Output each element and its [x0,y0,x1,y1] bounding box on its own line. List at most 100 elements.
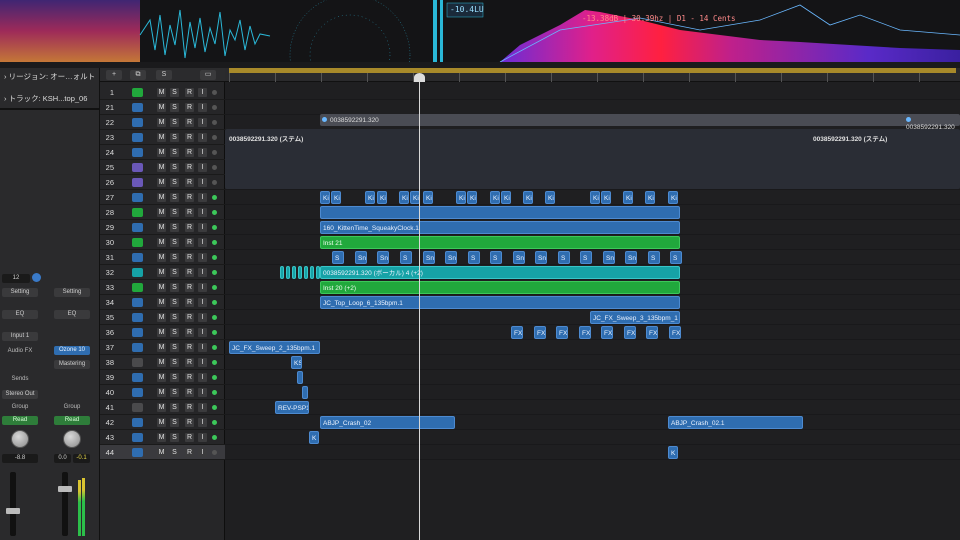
record-button[interactable]: R [185,178,194,187]
region[interactable]: Ki [590,191,600,204]
solo-button[interactable]: S [170,328,179,337]
track-header-row[interactable]: 1 MSRI [100,85,225,100]
track-inspector-header[interactable]: › トラック: KSH...top_06 [0,92,100,106]
region[interactable]: FX [534,326,546,339]
record-button[interactable]: R [185,163,194,172]
region[interactable]: Inst 20 (+2) [320,281,680,294]
record-button[interactable]: R [185,358,194,367]
region[interactable]: S [558,251,570,264]
region[interactable]: Ki [423,191,433,204]
track-on-off-dot[interactable] [212,225,217,230]
track-on-off-dot[interactable] [212,120,217,125]
track-header-row[interactable]: 25 M S R I [100,160,225,175]
track-header-row[interactable]: 37 M S R I [100,340,225,355]
mute-button[interactable]: M [157,238,166,247]
input-monitor-button[interactable]: I [198,343,207,352]
input-value[interactable]: 12 [2,274,30,283]
region-slice[interactable] [310,266,314,279]
record-button[interactable]: R [185,373,194,382]
solo-button[interactable]: S [170,148,179,157]
solo-button[interactable]: S [170,238,179,247]
input-monitor-button[interactable]: I [198,103,207,112]
record-button[interactable]: R [185,433,194,442]
record-button[interactable]: R [185,448,194,457]
region[interactable]: FX [624,326,636,339]
record-button[interactable]: R [185,118,194,127]
track-header-row[interactable]: 21 M S R I [100,100,225,115]
track-lane[interactable] [225,325,960,340]
solo-button[interactable]: S [170,253,179,262]
input-monitor-button[interactable]: I [198,358,207,367]
region-inspector-header[interactable]: › リージョン: オー…ォルト [0,70,100,84]
track-on-off-dot[interactable] [212,375,217,380]
region[interactable]: S [468,251,480,264]
track-header-row[interactable]: 33 M S R I [100,280,225,295]
input-monitor-button[interactable]: I [198,313,207,322]
region[interactable]: Ki [377,191,387,204]
input-monitor-button[interactable]: I [198,118,207,127]
solo-button[interactable]: S [170,208,179,217]
track-header-row[interactable]: 39 M S R I [100,370,225,385]
mute-button[interactable]: M [157,148,166,157]
track-header-row[interactable]: 42 M S R I [100,415,225,430]
setting-button-right[interactable]: Setting [54,288,90,297]
track-on-off-dot[interactable] [212,300,217,305]
track-lane[interactable] [225,355,960,370]
input-monitor-button[interactable]: I [198,328,207,337]
solo-button[interactable]: S [170,178,179,187]
record-button[interactable]: R [185,103,194,112]
track-lane[interactable] [225,85,960,100]
region-slice[interactable] [286,266,290,279]
track-lane[interactable] [225,385,960,400]
input-monitor-button[interactable]: I [198,178,207,187]
fader-cap-left[interactable] [6,508,20,514]
region[interactable]: Inst 21 [320,236,680,249]
region[interactable]: Ki [623,191,633,204]
track-on-off-dot[interactable] [212,285,217,290]
track-on-off-dot[interactable] [212,450,217,455]
region[interactable]: Ki [490,191,500,204]
input-monitor-button[interactable]: I [198,88,207,97]
track-header-row[interactable]: 27 M S R I [100,190,225,205]
input-monitor-button[interactable]: I [198,133,207,142]
add-track-button[interactable]: + [106,70,122,80]
track-header-row[interactable]: 43 M S R I [100,430,225,445]
region[interactable]: Ki [545,191,555,204]
record-button[interactable]: R [185,268,194,277]
region[interactable]: S [648,251,660,264]
region-slice[interactable] [280,266,284,279]
track-header-row[interactable]: 44 M S R I [100,445,225,460]
region[interactable] [297,371,303,384]
region[interactable]: Sn [625,251,637,264]
record-button[interactable]: R [185,298,194,307]
record-button[interactable]: R [185,133,194,142]
input-monitor-button[interactable]: I [198,223,207,232]
track-header-row[interactable]: 24 M S R I [100,145,225,160]
mute-button[interactable]: M [157,268,166,277]
mute-button[interactable]: M [157,298,166,307]
input-monitor-button[interactable]: I [198,208,207,217]
track-header-row[interactable]: 34 M S R I [100,295,225,310]
input-monitor-button[interactable]: I [198,193,207,202]
track-on-off-dot[interactable] [212,150,217,155]
region[interactable]: Ki [668,191,678,204]
track-header-row[interactable]: 29 M S R I [100,220,225,235]
region[interactable]: Sn [535,251,547,264]
playhead[interactable] [419,74,420,540]
region[interactable]: Sn [355,251,367,264]
track-header-row[interactable]: 23 M S R I [100,130,225,145]
solo-button[interactable]: S [170,283,179,292]
mute-button[interactable]: M [157,193,166,202]
region[interactable]: Sn [377,251,389,264]
region[interactable] [320,206,680,219]
volume-fader-right[interactable] [62,472,68,536]
mute-button[interactable]: M [157,328,166,337]
solo-button[interactable]: S [170,403,179,412]
track-on-off-dot[interactable] [212,315,217,320]
solo-button[interactable]: S [170,448,179,457]
marker-region-22[interactable]: 0038592291.320 [320,114,960,126]
region[interactable]: Sn [423,251,435,264]
volume-fader-left[interactable] [10,472,16,536]
region[interactable]: Ki [320,191,330,204]
region[interactable]: KS [291,356,302,369]
